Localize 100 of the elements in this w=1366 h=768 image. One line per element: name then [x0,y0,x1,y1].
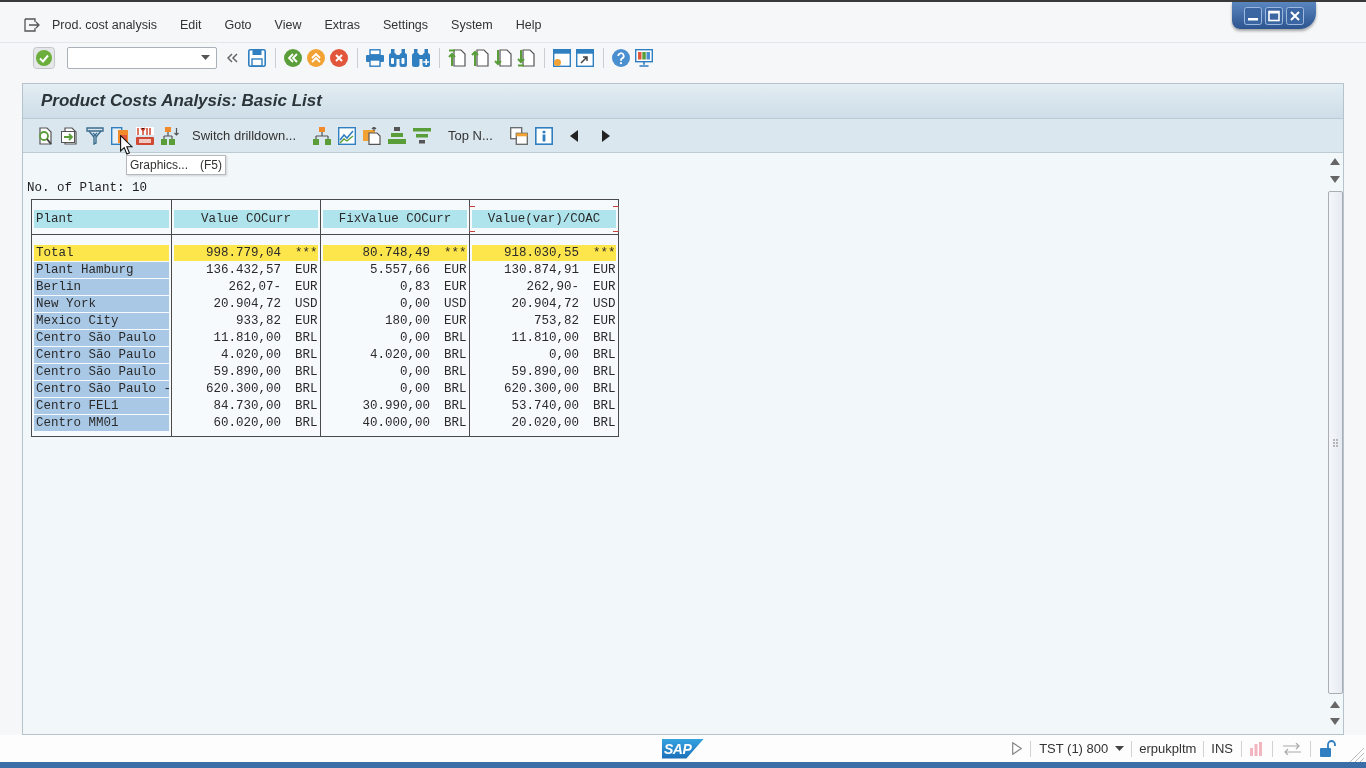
currency-code: USD [444,296,467,312]
currency-code: BRL [444,381,467,397]
plant-cell[interactable]: Centro São Paulo [34,347,169,363]
plant-cell[interactable]: Centro São Paulo [34,330,169,346]
grip-icon [1332,438,1338,447]
column-header[interactable]: Value COCurr [174,210,318,228]
minimize-icon[interactable] [1244,6,1262,25]
check-icon[interactable] [33,46,55,69]
currency-code: EUR [444,262,467,278]
currency-code: BRL [295,415,318,431]
amount-value: 0,00 [399,364,430,380]
document-search-icon[interactable] [36,126,54,145]
back-icon[interactable] [284,48,302,67]
amount-value: 998.779,04 [205,245,281,261]
scrollbar-thumb[interactable] [1327,191,1343,694]
amount-value: 753,82 [533,313,579,329]
document-arrow-icon[interactable] [61,126,79,145]
double-chevron-left-icon[interactable] [227,52,238,63]
amount-value: 136.432,57 [205,262,281,278]
currency-code: EUR [444,279,467,295]
info-icon[interactable] [534,126,553,145]
stacked-bars-icon[interactable] [388,126,407,145]
amount-value: 30.990,00 [361,398,430,414]
save-icon[interactable] [248,48,266,67]
funnel-icon[interactable] [86,126,104,145]
close-icon[interactable] [1286,6,1304,25]
menu-item[interactable]: Extras [324,15,360,35]
plant-cell[interactable]: Berlin [34,279,169,295]
play-triangle-icon[interactable] [1012,742,1023,755]
triangle-left-icon[interactable] [569,129,578,142]
plant-cell[interactable]: Mexico City [34,313,169,329]
amount-value: 620.300,00 [503,381,579,397]
plant-cell[interactable]: New York [34,296,169,312]
line-chart-icon[interactable] [338,126,357,145]
scroll-down-icon[interactable] [1330,176,1340,183]
print-icon[interactable] [366,48,384,67]
top-n-button[interactable]: Top N... [448,125,493,146]
amount-value: 11.810,00 [212,330,281,346]
help-icon[interactable] [612,48,630,67]
amount-value: 620.300,00 [205,381,281,397]
scroll-down-icon[interactable] [1330,718,1340,725]
menu-item[interactable]: Settings [382,15,429,35]
system-dropdown[interactable]: TST (1) 800 [1039,738,1125,759]
currency-code: EUR [295,313,318,329]
currency-code: USD [295,296,318,312]
column-header[interactable]: Value(var)/COAC [472,210,616,228]
cash-register-icon[interactable] [136,126,154,145]
currency-code: BRL [593,398,616,414]
plant-cell[interactable]: Centro FEL1 [34,398,169,414]
menu-item[interactable]: Help [515,15,542,35]
switch-drilldown-button[interactable]: Switch drilldown... [192,125,297,146]
monitor-icon[interactable] [635,48,653,67]
amount-value: 918.030,55 [503,245,579,261]
binoculars-plus-icon[interactable] [412,48,430,67]
shortcut-window-icon[interactable] [576,48,594,67]
scroll-up-icon[interactable] [1330,158,1340,165]
caret-icon[interactable] [1115,746,1125,751]
previous-page-icon[interactable] [471,48,489,67]
next-page-icon[interactable] [494,48,512,67]
lock-icon[interactable] [1320,740,1336,757]
menu-item[interactable]: Goto [224,15,252,35]
amount-value: 84.730,00 [212,398,281,414]
hierarchy-icon[interactable] [313,126,332,145]
column-header[interactable]: Plant [34,210,169,228]
hierarchy-sort-icon[interactable] [161,126,179,145]
plant-cell[interactable]: Plant Hamburg [34,262,169,278]
amount-value: 11.810,00 [510,330,579,346]
scroll-up-icon[interactable] [1330,701,1340,708]
triangle-right-icon[interactable] [601,129,610,142]
cancel-icon[interactable] [330,48,348,67]
column-header[interactable]: FixValue COCurr [323,210,467,228]
plant-cell[interactable]: Centro MM01 [34,415,169,431]
menu-item[interactable]: Edit [179,15,202,35]
amount-value: 933,82 [235,313,281,329]
binoculars-icon[interactable] [389,48,407,67]
currency-code: BRL [444,415,467,431]
maximize-icon[interactable] [1265,6,1283,25]
new-window-icon[interactable] [553,48,571,67]
caret-icon[interactable] [201,55,210,60]
currency-code: BRL [593,364,616,380]
input-mode[interactable]: INS [1211,738,1233,759]
folder-document-icon[interactable] [363,126,382,145]
box-arrow-icon[interactable] [24,18,40,32]
menu-item[interactable]: View [274,15,302,35]
copy-windows-icon[interactable] [509,126,528,145]
resize-grip-icon[interactable] [1350,748,1364,762]
menu-item[interactable]: System [451,15,493,35]
last-page-icon[interactable] [517,48,535,67]
first-page-icon[interactable] [448,48,466,67]
total-cell: Total [34,245,169,261]
plant-cell[interactable]: Centro São Paulo [34,364,169,380]
menu-item[interactable]: Prod. cost analysis [52,15,157,35]
amount-value: 59.890,00 [510,364,579,380]
plant-cell[interactable]: Centro São Paulo - [34,381,169,397]
arrows-icon[interactable] [1283,742,1301,755]
funnel-lines-icon[interactable] [413,126,432,145]
command-field[interactable] [67,46,217,69]
amount-value: 20.020,00 [510,415,579,431]
currency-code: BRL [444,347,467,363]
currency-code: *** [593,245,616,261]
